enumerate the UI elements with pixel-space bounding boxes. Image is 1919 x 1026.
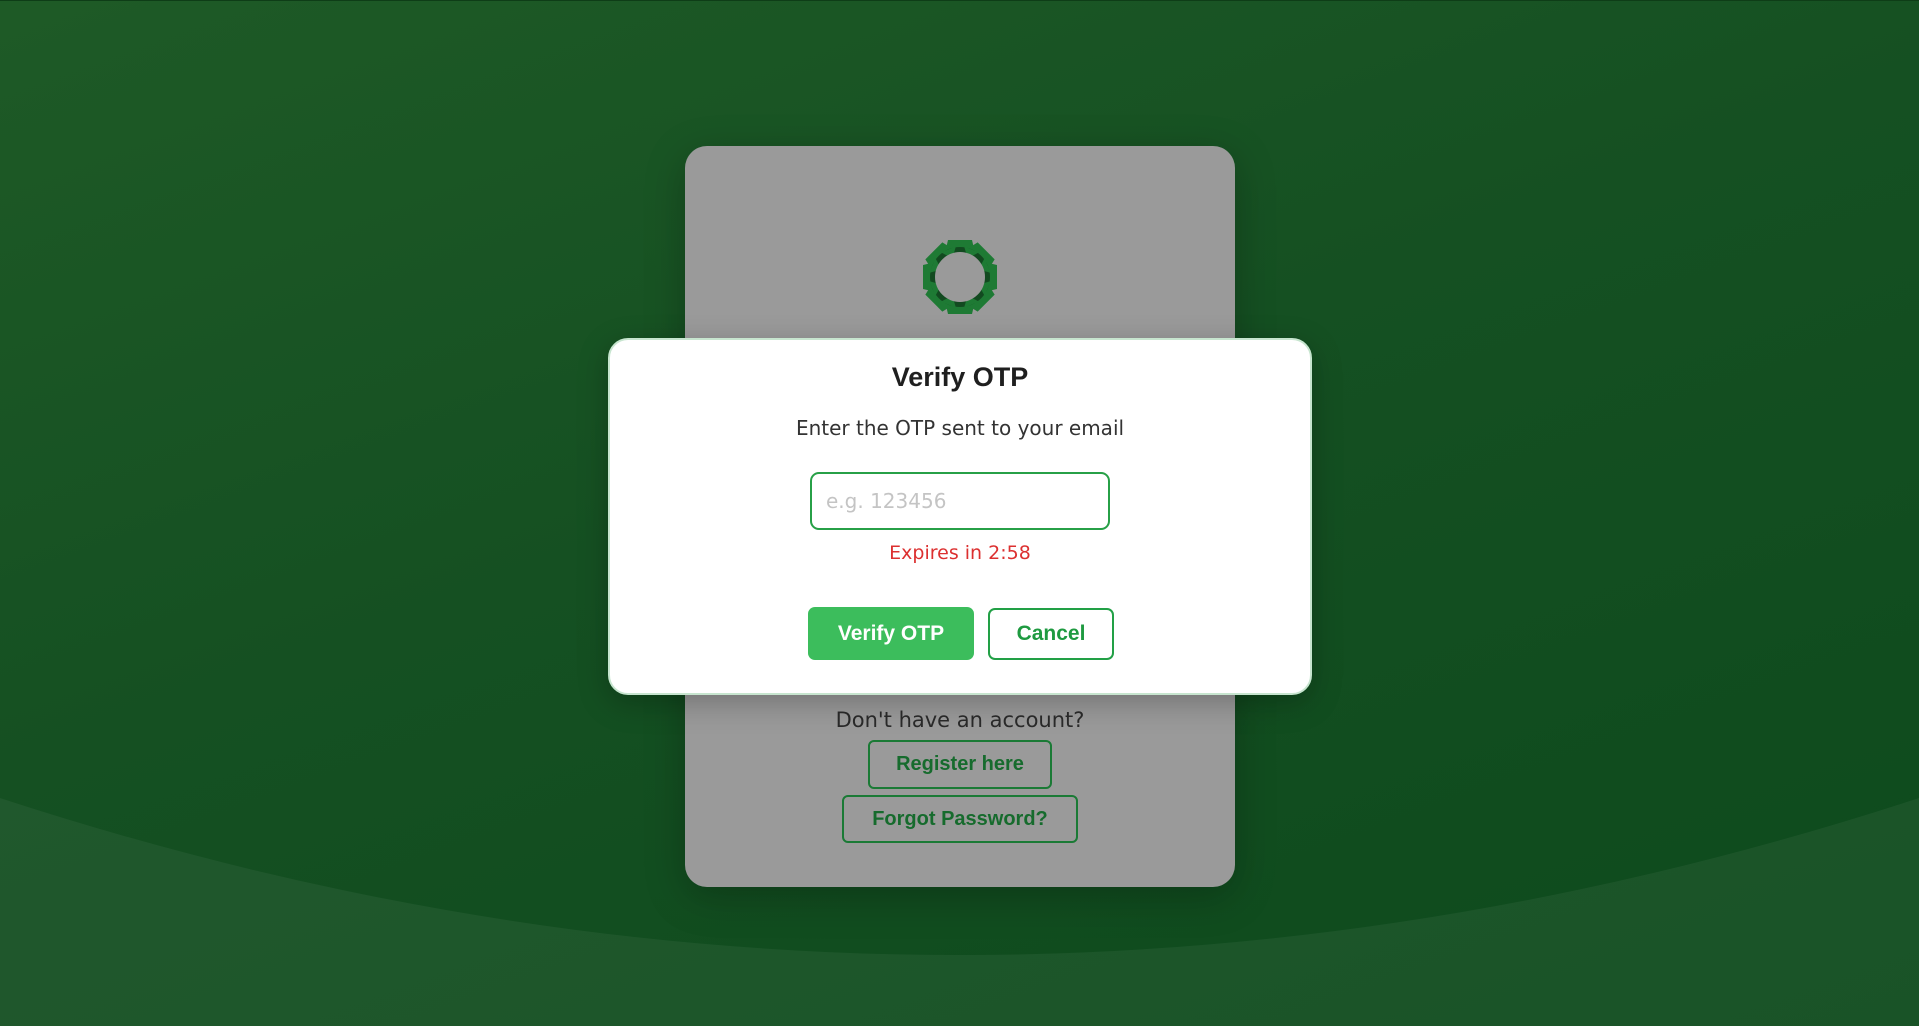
register-button[interactable]: Register here <box>868 740 1052 789</box>
flower-logo-icon <box>923 240 997 314</box>
otp-input[interactable] <box>810 472 1110 530</box>
otp-expiry-timer: Expires in 2:58 <box>889 542 1031 564</box>
no-account-text: Don't have an account? <box>835 708 1085 732</box>
cancel-button[interactable]: Cancel <box>988 608 1114 660</box>
otp-modal: Verify OTP Enter the OTP sent to your em… <box>608 338 1312 695</box>
modal-subtitle: Enter the OTP sent to your email <box>795 416 1125 440</box>
top-border-line <box>0 0 1919 1</box>
forgot-password-button[interactable]: Forgot Password? <box>842 795 1078 843</box>
modal-title: Verify OTP <box>891 362 1029 392</box>
verify-otp-button[interactable]: Verify OTP <box>808 607 974 660</box>
